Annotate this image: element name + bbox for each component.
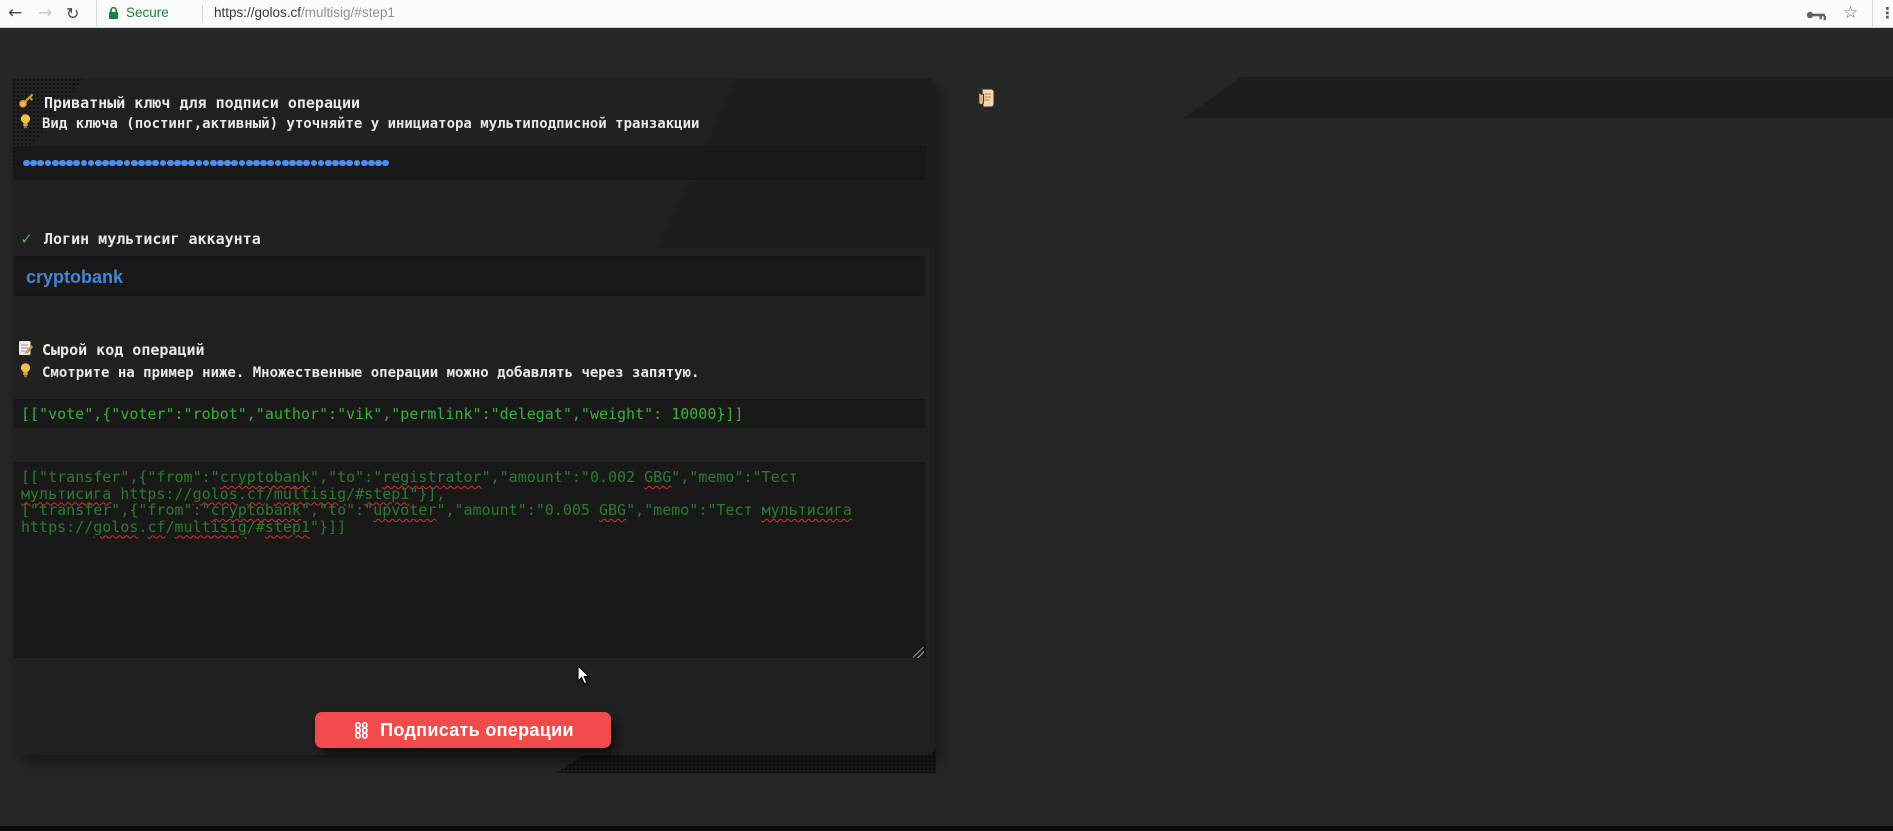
private-key-hint: Вид ключа (постинг,активный) уточняйте у… <box>42 116 699 132</box>
toolbar-separator <box>96 0 97 27</box>
texture-ribbon <box>1183 77 1893 118</box>
raw-ops-label: Сырой код операций <box>42 341 205 359</box>
private-key-label: Приватный ключ для подписи операции <box>44 94 360 112</box>
page-content: Приватный ключ для подписи операции Вид … <box>0 28 1893 831</box>
browser-menu-button[interactable]: ⋮ <box>1880 0 1893 27</box>
bulb-icon <box>18 113 33 134</box>
private-key-hint-row: Вид ключа (постинг,активный) уточняйте у… <box>18 113 699 134</box>
omnibox-separator <box>1872 0 1873 27</box>
url-separator <box>202 5 203 22</box>
browser-window: ← → ↻ Secure https://golos.cf/multisig/#… <box>0 0 1893 831</box>
memo-icon <box>18 340 33 360</box>
check-icon: ✓ <box>18 229 35 249</box>
lock-icon[interactable] <box>108 6 119 25</box>
back-button[interactable]: ← <box>8 0 22 27</box>
chains-icon <box>352 722 371 739</box>
browser-toolbar: ← → ↻ Secure https://golos.cf/multisig/#… <box>0 0 1893 28</box>
login-label-row: ✓ Логин мультисиг аккаунта <box>18 229 261 249</box>
raw-ops-example-input[interactable]: [["vote",{"voter":"robot","author":"vik"… <box>14 399 926 428</box>
bulb-icon <box>18 362 33 383</box>
bottom-strip <box>0 826 1893 831</box>
scroll-icon <box>977 88 995 114</box>
forward-button[interactable]: → <box>38 0 52 27</box>
login-input[interactable]: cryptobank <box>14 256 926 296</box>
raw-ops-label-row: Сырой код операций <box>18 340 205 360</box>
reload-button[interactable]: ↻ <box>66 0 79 27</box>
url-path: /multisig/#step1 <box>301 5 395 20</box>
private-key-dots <box>23 160 390 167</box>
raw-operations-textarea[interactable]: [["transfer",{"from":"cryptobank","to":"… <box>14 462 926 658</box>
sign-operations-button[interactable]: Подписать операции <box>315 712 611 748</box>
url-domain: https://golos.cf <box>214 5 301 20</box>
resize-handle[interactable] <box>913 647 924 658</box>
login-value: cryptobank <box>15 257 925 297</box>
private-key-input[interactable] <box>14 146 926 180</box>
raw-ops-hint: Смотрите на пример ниже. Множественные о… <box>42 365 699 381</box>
raw-ops-example-value: [["vote",{"voter":"robot","author":"vik"… <box>15 400 925 429</box>
key-icon <box>18 92 35 113</box>
sign-operations-label: Подписать операции <box>380 720 574 741</box>
bookmark-star-button[interactable]: ☆ <box>1843 0 1858 27</box>
saved-password-key-icon[interactable] <box>1806 8 1827 26</box>
raw-ops-hint-row: Смотрите на пример ниже. Множественные о… <box>18 362 699 383</box>
private-key-label-row: Приватный ключ для подписи операции <box>18 92 360 113</box>
login-label: Логин мультисиг аккаунта <box>44 230 261 248</box>
url-bar[interactable]: https://golos.cf/multisig/#step1 <box>214 5 395 20</box>
mouse-cursor <box>577 665 592 686</box>
multisig-form-panel: Приватный ключ для подписи операции Вид … <box>12 78 935 755</box>
secure-label: Secure <box>126 5 169 20</box>
